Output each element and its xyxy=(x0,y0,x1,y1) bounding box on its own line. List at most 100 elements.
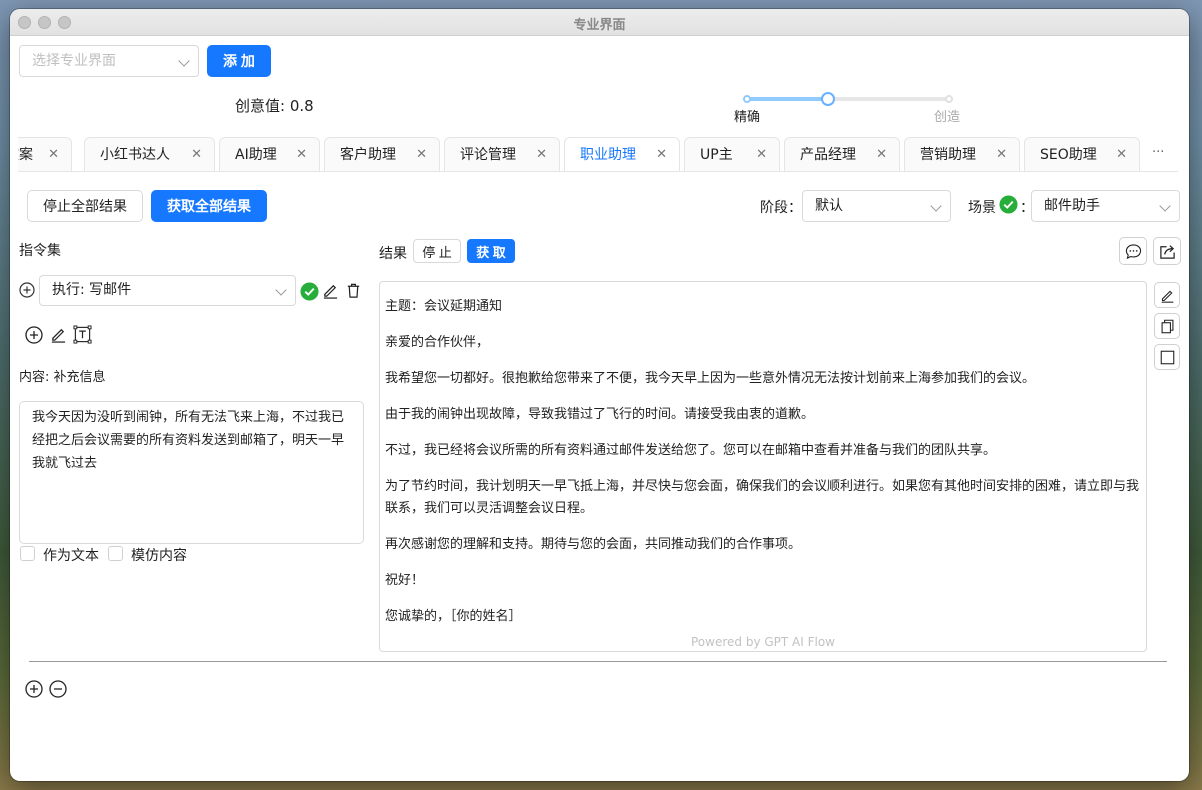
remove-circle-icon[interactable] xyxy=(49,680,67,698)
stop-button[interactable]: 停 止 xyxy=(413,239,461,263)
as-text-label: 作为文本 xyxy=(43,548,99,564)
close-icon[interactable]: ✕ xyxy=(416,138,427,171)
creativity-label: 创意值: 0.8 xyxy=(235,97,314,115)
close-icon[interactable]: ✕ xyxy=(876,138,887,171)
stage-select-value: 默认 xyxy=(815,198,843,214)
stop-all-button[interactable]: 停止全部结果 xyxy=(27,190,143,222)
tab-label: SEO助理 xyxy=(1040,147,1097,163)
result-paragraph: 由于我的闹钟出现故障，导致我错过了飞行的时间。请接受我由衷的道歉。 xyxy=(385,407,815,422)
tab-up-master[interactable]: UP主 ✕ xyxy=(684,137,780,171)
slider-mark-start xyxy=(743,95,751,103)
square-icon xyxy=(1160,350,1175,365)
close-icon[interactable]: ✕ xyxy=(48,138,59,171)
close-icon[interactable]: ✕ xyxy=(191,138,202,171)
check-circle-icon xyxy=(999,195,1018,214)
tab-seo-assistant[interactable]: SEO助理 ✕ xyxy=(1024,137,1140,171)
share-button[interactable] xyxy=(1153,237,1181,265)
interface-select-placeholder: 选择专业界面 xyxy=(32,53,116,69)
chevron-down-icon xyxy=(277,276,285,305)
delete-icon[interactable] xyxy=(345,282,362,299)
interface-select[interactable]: 选择专业界面 xyxy=(19,45,199,77)
close-icon[interactable]: ✕ xyxy=(756,138,767,171)
app-window: 专业界面 选择专业界面 添 加 创意值: 0.8 精确 创造 文案 ✕ 小红书达人… xyxy=(10,9,1189,781)
chevron-down-icon xyxy=(1161,191,1169,221)
add-circle-icon[interactable] xyxy=(19,282,35,298)
slider-mark-end xyxy=(945,95,953,103)
powered-by-text: Powered by GPT AI Flow xyxy=(691,635,835,649)
tab-label: 职业助理 xyxy=(580,147,636,163)
slider-label-precise: 精确 xyxy=(734,110,761,125)
select-result-button[interactable] xyxy=(1154,344,1180,370)
tab-label: UP主 xyxy=(700,147,733,163)
command-select-value: 执行: 写邮件 xyxy=(52,282,132,298)
tab-marketing-assistant[interactable]: 营销助理 ✕ xyxy=(904,137,1020,171)
result-paragraph: 我希望您一切都好。很抱歉给您带来了不便，我今天早上因为一些意外情况无法按计划前来… xyxy=(385,371,1036,386)
add-circle-icon[interactable] xyxy=(25,680,43,698)
chat-button[interactable] xyxy=(1119,237,1147,265)
edit-icon[interactable] xyxy=(50,326,67,343)
result-paragraph: 主题：会议延期通知 xyxy=(385,299,503,314)
imitate-checkbox[interactable] xyxy=(108,546,123,561)
result-paragraph: 亲爱的合作伙伴， xyxy=(385,335,490,350)
close-icon[interactable]: ✕ xyxy=(1116,138,1127,171)
share-icon xyxy=(1160,245,1175,259)
result-paragraph: 祝好！ xyxy=(385,573,425,588)
close-icon[interactable]: ✕ xyxy=(296,138,307,171)
edit-icon[interactable] xyxy=(322,282,339,299)
tab-label: 评论管理 xyxy=(460,147,516,163)
tab-copywriting[interactable]: 文案 ✕ xyxy=(18,137,72,171)
copy-icon xyxy=(1161,319,1174,334)
get-all-button[interactable]: 获取全部结果 xyxy=(151,190,267,222)
scene-label: 场景 xyxy=(968,200,996,216)
result-paragraph: 为了节约时间，我计划明天一早飞抵上海，并尽快与您会面，确保我们的会议顺利进行。如… xyxy=(385,479,1140,516)
tab-xiaohongshu[interactable]: 小红书达人 ✕ xyxy=(84,137,215,171)
tab-customer-assistant[interactable]: 客户助理 ✕ xyxy=(324,137,440,171)
tab-label: 营销助理 xyxy=(920,147,976,163)
chevron-down-icon xyxy=(180,46,188,76)
chevron-down-icon xyxy=(932,191,940,221)
tab-label: 产品经理 xyxy=(800,147,856,163)
get-button[interactable]: 获 取 xyxy=(467,239,515,263)
scene-select-value: 邮件助手 xyxy=(1044,198,1100,214)
close-icon[interactable]: ✕ xyxy=(656,138,667,171)
content-textarea[interactable]: 我今天因为没听到闹钟，所有无法飞来上海，不过我已经把之后会议需要的所有资料发送到… xyxy=(19,401,364,544)
title-bar: 专业界面 xyxy=(10,9,1189,36)
creativity-slider-fill xyxy=(747,97,828,101)
result-paragraph: 不过，我已经将会议所需的所有资料通过邮件发送给您了。您可以在邮箱中查看并准备与我… xyxy=(385,443,997,458)
tab-label: 客户助理 xyxy=(340,147,396,163)
command-set-title: 指令集 xyxy=(19,243,61,259)
result-output: 主题：会议延期通知 亲爱的合作伙伴， 我希望您一切都好。很抱歉给您带来了不便，我… xyxy=(379,281,1147,652)
content-label: 内容: 补充信息 xyxy=(19,370,106,385)
divider xyxy=(29,661,1167,662)
edit-result-button[interactable] xyxy=(1154,282,1180,308)
tab-product-manager[interactable]: 产品经理 ✕ xyxy=(784,137,900,171)
close-icon[interactable]: ✕ xyxy=(996,138,1007,171)
tab-label: 小红书达人 xyxy=(100,147,170,163)
result-label: 结果 xyxy=(379,246,407,262)
chat-bubble-icon xyxy=(1125,244,1142,260)
creativity-slider-handle[interactable] xyxy=(820,92,835,106)
as-text-checkbox[interactable] xyxy=(20,546,35,561)
add-button[interactable]: 添 加 xyxy=(207,45,271,77)
close-icon[interactable]: ✕ xyxy=(536,138,547,171)
scene-select[interactable]: 邮件助手 xyxy=(1031,190,1180,222)
tab-career-assistant[interactable]: 职业助理 ✕ xyxy=(564,137,680,171)
tab-review-management[interactable]: 评论管理 ✕ xyxy=(444,137,560,171)
stage-label: 阶段： xyxy=(760,200,802,216)
tab-label: 文案 xyxy=(18,147,33,163)
tab-bar: 文案✕ 小红书达人✕ AI助理✕ 客户助理✕ 评论管理✕ 职业助理✕ UP主✕ … xyxy=(18,137,1178,172)
tab-ai-assistant[interactable]: AI助理 ✕ xyxy=(219,137,320,171)
slider-label-create: 创造 xyxy=(934,110,961,125)
result-paragraph: 您诚挚的，［你的姓名］ xyxy=(385,609,522,624)
tab-label: AI助理 xyxy=(235,147,277,163)
tabs-more-button[interactable]: ··· xyxy=(1152,145,1164,160)
imitate-label: 模仿内容 xyxy=(131,548,187,564)
text-box-icon[interactable] xyxy=(73,325,92,344)
stage-select[interactable]: 默认 xyxy=(802,190,951,222)
command-select[interactable]: 执行: 写邮件 xyxy=(39,275,296,306)
add-circle-icon[interactable] xyxy=(25,326,43,344)
copy-result-button[interactable] xyxy=(1154,313,1180,339)
window-title: 专业界面 xyxy=(573,18,626,33)
edit-icon xyxy=(1161,290,1174,303)
check-circle-icon xyxy=(300,282,319,301)
